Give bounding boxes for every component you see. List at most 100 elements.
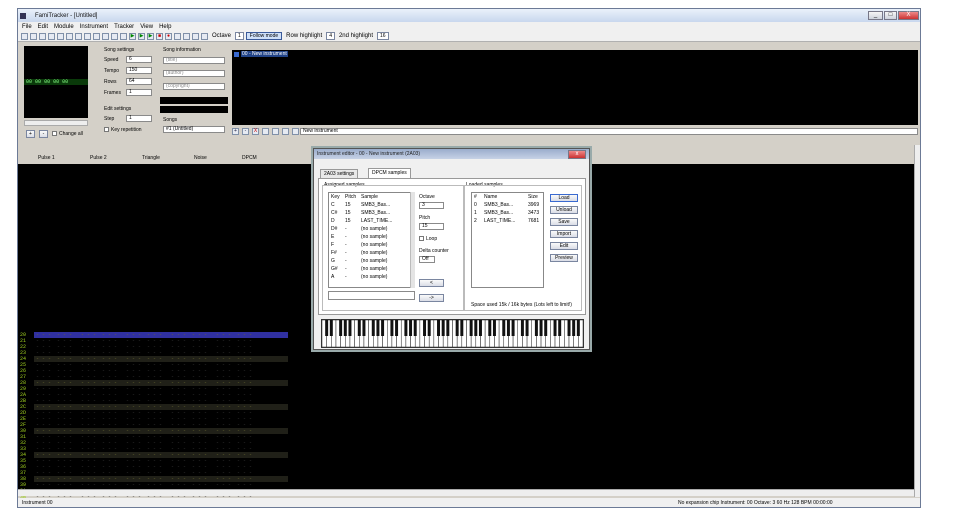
key-repetition-checkbox[interactable] [104, 127, 109, 132]
black-key[interactable] [409, 320, 413, 336]
save-icon[interactable] [39, 32, 46, 40]
assigned-sample[interactable]: (no sample) [361, 250, 387, 256]
black-key[interactable] [343, 320, 347, 336]
black-key[interactable] [576, 320, 580, 336]
unload-button[interactable]: Unload [550, 206, 578, 214]
black-key[interactable] [390, 320, 394, 336]
channel-header-triangle[interactable]: Triangle [140, 154, 190, 162]
remove-frame-icon[interactable] [93, 32, 100, 40]
black-key[interactable] [437, 320, 441, 336]
black-key[interactable] [544, 320, 548, 336]
assigned-pitch[interactable]: 15 [345, 210, 351, 216]
loaded-name[interactable]: SMB3_Bas... [484, 202, 513, 208]
assigned-pitch[interactable]: - [345, 234, 347, 240]
black-key[interactable] [423, 320, 427, 336]
loaded-num[interactable]: 2 [474, 218, 477, 224]
black-key[interactable] [381, 320, 385, 336]
assigned-pitch[interactable]: 15 [345, 202, 351, 208]
instrument-item[interactable]: 00 - New instrument [241, 51, 288, 57]
loaded-size[interactable]: 3969 [528, 202, 539, 208]
cut-icon[interactable] [48, 32, 55, 40]
remove-frame-button[interactable]: - [39, 130, 48, 138]
black-key[interactable] [455, 320, 459, 336]
black-key[interactable] [492, 320, 496, 336]
about-icon[interactable] [201, 32, 208, 40]
black-key[interactable] [553, 320, 557, 336]
black-key[interactable] [395, 320, 399, 336]
assigned-key[interactable]: A [331, 274, 334, 280]
move-up-icon[interactable] [102, 32, 109, 40]
assigned-sample[interactable]: (no sample) [361, 258, 387, 264]
play-from-cursor-icon[interactable]: ▶ [147, 32, 154, 40]
black-key[interactable] [357, 320, 361, 336]
black-key[interactable] [511, 320, 515, 336]
assign-right-button[interactable]: -> [419, 294, 444, 302]
octave-select-dlg[interactable]: 3 [419, 202, 444, 209]
assigned-key[interactable]: D# [331, 226, 337, 232]
horizontal-scrollbar[interactable] [18, 489, 914, 496]
follow-mode-button[interactable]: Follow mode [245, 32, 283, 40]
tempo-input[interactable]: 150 [126, 67, 152, 74]
black-key[interactable] [460, 320, 464, 336]
octave-select[interactable]: 1 [235, 32, 244, 40]
frame-scrollbar[interactable] [24, 120, 88, 126]
assigned-pitch[interactable]: - [345, 266, 347, 272]
stop-icon[interactable]: ■ [156, 32, 163, 40]
menu-view[interactable]: View [140, 24, 153, 30]
save-button[interactable]: Save [550, 218, 578, 226]
add-frame-icon[interactable] [84, 32, 91, 40]
settings-icon[interactable] [192, 32, 199, 40]
frames-input[interactable]: 1 [126, 89, 152, 96]
assigned-pitch[interactable]: - [345, 226, 347, 232]
title-input[interactable]: (title) [163, 57, 225, 64]
assigned-key[interactable]: E [331, 234, 334, 240]
black-key[interactable] [478, 320, 482, 336]
black-key[interactable] [558, 320, 562, 336]
assigned-key[interactable]: C [331, 202, 335, 208]
assigned-key[interactable]: F [331, 242, 334, 248]
assigned-scrollbar[interactable] [410, 192, 415, 288]
paste-icon[interactable] [66, 32, 73, 40]
sample-select[interactable] [328, 291, 415, 300]
assigned-sample[interactable]: (no sample) [361, 266, 387, 272]
assigned-sample[interactable]: SMB3_Bas... [361, 202, 390, 208]
assigned-sample[interactable]: (no sample) [361, 234, 387, 240]
loaded-size[interactable]: 7681 [528, 218, 539, 224]
black-key[interactable] [329, 320, 333, 336]
channel-header-noise[interactable]: Noise [192, 154, 242, 162]
pitch-select-dlg[interactable]: 15 [419, 223, 444, 230]
assigned-pitch[interactable]: - [345, 274, 347, 280]
black-key[interactable] [404, 320, 408, 336]
black-key[interactable] [488, 320, 492, 336]
assigned-pitch[interactable]: - [345, 242, 347, 248]
tab-2a03-settings[interactable]: 2A03 settings [320, 169, 359, 178]
assigned-key[interactable]: G# [331, 266, 338, 272]
channel-header-pulse2[interactable]: Pulse 2 [88, 154, 138, 162]
next-song-icon[interactable] [183, 32, 190, 40]
assigned-key[interactable]: C# [331, 210, 337, 216]
assigned-sample[interactable]: (no sample) [361, 226, 387, 232]
clone-instrument-icon[interactable] [262, 128, 269, 135]
black-key[interactable] [506, 320, 510, 336]
menu-file[interactable]: File [22, 24, 32, 30]
black-key[interactable] [446, 320, 450, 336]
assigned-sample[interactable]: (no sample) [361, 274, 387, 280]
step-input[interactable]: 1 [126, 115, 152, 122]
black-key[interactable] [534, 320, 538, 336]
close-button[interactable]: X [898, 11, 919, 20]
menu-edit[interactable]: Edit [38, 24, 48, 30]
load-button[interactable]: Load [550, 194, 578, 202]
dialog-close-button[interactable]: x [568, 150, 586, 159]
vertical-scrollbar[interactable] [914, 145, 920, 497]
black-key[interactable] [339, 320, 343, 336]
black-key[interactable] [539, 320, 543, 336]
assign-left-button[interactable]: < [419, 279, 444, 287]
assigned-key[interactable]: G [331, 258, 335, 264]
delete-instrument-icon[interactable]: X [252, 128, 259, 135]
black-key[interactable] [502, 320, 506, 336]
piano-keyboard[interactable] [321, 319, 584, 348]
frame-editor[interactable]: 00 00 00 00 00 [24, 46, 88, 118]
black-key[interactable] [525, 320, 529, 336]
song-select[interactable]: #1 (Untitled) [163, 126, 225, 133]
add-instrument-icon[interactable]: + [232, 128, 239, 135]
